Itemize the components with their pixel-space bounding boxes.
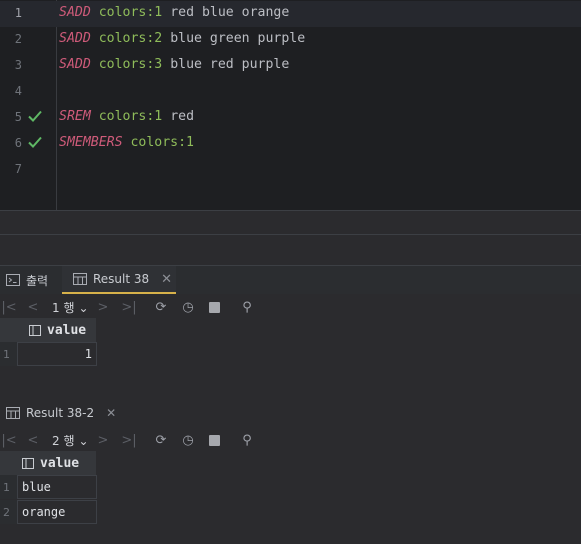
code-line-4[interactable]: 4 xyxy=(0,79,581,105)
row-number: 2 xyxy=(0,500,17,524)
column-icon xyxy=(22,457,34,469)
next-page-icon[interactable]: > xyxy=(94,431,112,449)
previous-page-icon[interactable]: < xyxy=(24,431,42,449)
redis-key: colors:3 xyxy=(98,57,163,72)
table-cell[interactable]: orange xyxy=(17,500,97,524)
redis-key: colors:1 xyxy=(98,5,163,20)
row-header-corner xyxy=(0,451,17,475)
check-icon xyxy=(28,136,42,148)
redis-key: colors:2 xyxy=(98,31,163,46)
row-number: 1 xyxy=(0,475,17,499)
first-page-icon[interactable]: |< xyxy=(0,431,18,449)
chevron-down-icon: ⌄ xyxy=(78,300,89,315)
line-number: 2 xyxy=(14,32,22,46)
previous-page-icon[interactable]: < xyxy=(24,298,42,316)
pin-icon[interactable]: ⚲ xyxy=(238,431,256,449)
code-editor[interactable]: 1 SADD colors:1 red blue orange 2 SADD c… xyxy=(0,0,581,210)
redis-key: colors:1 xyxy=(98,109,163,124)
line-number: 7 xyxy=(14,162,22,176)
row-number: 1 xyxy=(0,342,17,366)
result-38-2-header[interactable]: Result 38-2 ✕ xyxy=(6,406,116,420)
check-icon xyxy=(28,110,42,122)
redis-key: colors:1 xyxy=(130,135,195,150)
result-title: Result 38-2 xyxy=(26,406,95,420)
results-tab-bar: 출력 Result 38 ✕ xyxy=(0,266,581,294)
tab-output[interactable]: 출력 xyxy=(6,266,48,294)
column-label: value xyxy=(40,455,80,471)
result-toolbar: |< < 2 행 ⌄ > >| ⟳ ◷ ⚲ xyxy=(0,427,581,453)
command-args: blue green purple xyxy=(162,31,306,46)
pin-icon[interactable]: ⚲ xyxy=(238,298,256,316)
command-args: blue red purple xyxy=(162,57,290,72)
line-number: 3 xyxy=(14,58,22,72)
command-keyword: SMEMBERS xyxy=(59,135,123,150)
line-number: 6 xyxy=(14,136,22,150)
code-line-1[interactable]: 1 SADD colors:1 red blue orange xyxy=(0,1,581,27)
last-page-icon[interactable]: >| xyxy=(120,431,138,449)
chevron-down-icon: ⌄ xyxy=(78,433,89,448)
refresh-icon[interactable]: ⟳ xyxy=(152,298,170,316)
result-toolbar: |< < 1 행 ⌄ > >| ⟳ ◷ ⚲ xyxy=(0,294,581,320)
code-line-5[interactable]: 5 SREM colors:1 red xyxy=(0,105,581,131)
column-header-value[interactable]: value xyxy=(17,451,96,475)
code-line-2[interactable]: 2 SADD colors:2 blue green purple xyxy=(0,27,581,53)
row-header-corner xyxy=(0,318,17,342)
command-keyword: SADD xyxy=(59,5,91,20)
command-keyword: SADD xyxy=(59,31,91,46)
column-header-value[interactable]: value xyxy=(17,318,96,342)
command-args: red blue orange xyxy=(162,5,290,20)
table-cell[interactable]: blue xyxy=(17,475,97,499)
stop-icon[interactable] xyxy=(205,431,223,449)
close-icon[interactable]: ✕ xyxy=(106,406,116,420)
page-label: 1 행 xyxy=(52,301,75,315)
line-number: 5 xyxy=(14,110,22,124)
line-number: 4 xyxy=(14,84,22,98)
console-icon xyxy=(6,274,20,286)
last-page-icon[interactable]: >| xyxy=(120,298,138,316)
clock-icon[interactable]: ◷ xyxy=(179,298,197,316)
page-label: 2 행 xyxy=(52,434,75,448)
stop-icon[interactable] xyxy=(205,298,223,316)
column-icon xyxy=(29,324,41,336)
table-icon xyxy=(73,273,87,285)
code-line-6[interactable]: 6 SMEMBERS colors:1 xyxy=(0,131,581,157)
page-selector[interactable]: 1 행 ⌄ xyxy=(52,299,89,316)
page-selector[interactable]: 2 행 ⌄ xyxy=(52,432,89,449)
tab-label: 출력 xyxy=(26,273,49,288)
code-line-7[interactable]: 7 xyxy=(0,157,581,183)
command-args: red xyxy=(162,109,195,124)
tab-result-38[interactable]: Result 38 ✕ xyxy=(62,266,176,294)
next-page-icon[interactable]: > xyxy=(94,298,112,316)
table-cell[interactable]: 1 xyxy=(17,342,97,366)
line-number: 1 xyxy=(14,6,22,20)
close-icon[interactable]: ✕ xyxy=(161,272,172,287)
divider xyxy=(0,210,581,211)
table-icon xyxy=(6,407,20,419)
command-keyword: SADD xyxy=(59,57,91,72)
tab-label: Result 38 xyxy=(93,272,150,286)
command-keyword: SREM xyxy=(59,109,91,124)
refresh-icon[interactable]: ⟳ xyxy=(152,431,170,449)
column-label: value xyxy=(47,322,87,338)
code-line-3[interactable]: 3 SADD colors:3 blue red purple xyxy=(0,53,581,79)
divider xyxy=(0,234,581,235)
clock-icon[interactable]: ◷ xyxy=(179,431,197,449)
first-page-icon[interactable]: |< xyxy=(0,298,18,316)
